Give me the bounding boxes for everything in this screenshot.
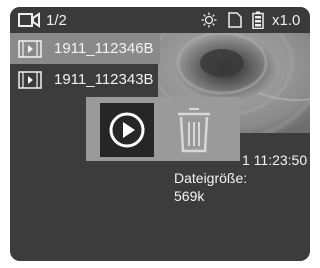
file-counter: 1/2 [46,11,67,29]
file-item-1911-112346b[interactable]: 1911_112346B [10,33,160,64]
file-list: 1911_112346B 1911_112343B [10,33,160,95]
battery-icon [252,7,264,33]
status-bar: 1/2 x1.0 [10,7,310,33]
play-button[interactable] [100,103,154,157]
trash-icon [178,108,210,153]
action-popup [86,97,240,161]
video-file-icon [18,70,42,89]
video-file-icon [18,39,42,58]
file-item-1911-112343b[interactable]: 1911_112343B [10,64,160,95]
play-icon [109,112,145,148]
recording-time: 1 11:23:50 [242,152,308,168]
sd-card-icon [228,7,242,33]
file-size-value: 569k [174,188,205,204]
zoom-level: x1.0 [272,11,301,29]
device-frame: 1/2 x1.0 1911_112346B 1911_112343B 1 11:… [0,0,320,268]
video-camera-icon [18,7,40,33]
brightness-icon [201,7,217,33]
screen: 1/2 x1.0 1911_112346B 1911_112343B 1 11:… [10,7,310,261]
delete-button[interactable] [174,105,214,155]
file-name: 1911_112343B [54,71,154,88]
file-name: 1911_112346B [54,40,154,57]
file-size-label: Dateigröße: [174,170,248,186]
